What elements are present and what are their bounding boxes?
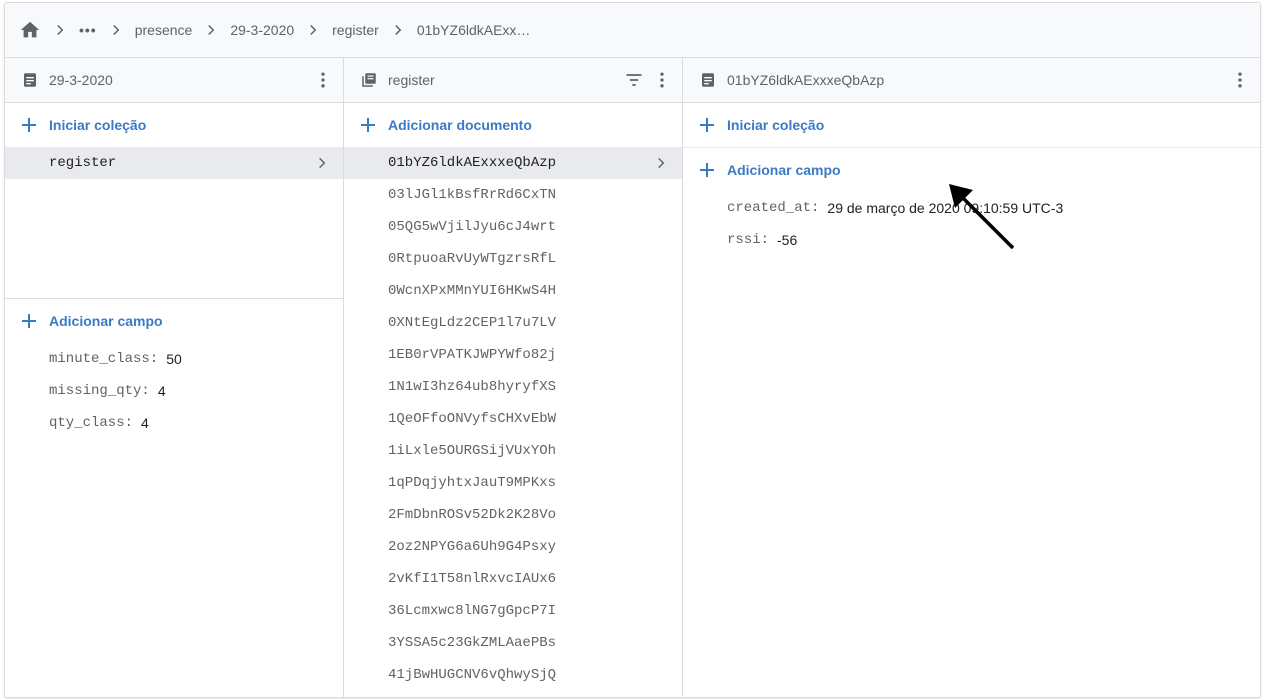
collection-column: register Adicionar documento 01bYZ6ldkAE… (344, 58, 683, 697)
document-id: 1N1wI3hz64ub8hyryfXS (388, 379, 557, 395)
more-vert-icon[interactable] (1230, 70, 1250, 90)
chevron-right-icon (304, 21, 322, 39)
add-field-label: Adicionar campo (49, 313, 163, 329)
document-item[interactable]: 1iLxle5OURGSijVUxYOh (344, 435, 682, 467)
document-column: 29-3-2020 Iniciar coleção register Adici… (5, 58, 344, 697)
add-document-button[interactable]: Adicionar documento (344, 103, 682, 147)
document-item[interactable]: 2vKfI1T58nlRxvcIAUx6 (344, 563, 682, 595)
field-name: missing_qty: (49, 383, 150, 399)
field-name: rssi: (727, 232, 770, 248)
breadcrumb-ellipsis[interactable]: ••• (79, 22, 97, 38)
more-vert-icon[interactable] (652, 70, 672, 90)
document-id: 0RtpuoaRvUyWTgzrsRfL (388, 251, 557, 267)
breadcrumb-register[interactable]: register (332, 22, 379, 38)
document-id: 36Lcmxwc8lNG7gGpcP7I (388, 603, 557, 619)
field-value: 4 (141, 415, 149, 431)
document-item[interactable]: 03lJGl1kBsfRrRd6CxTN (344, 179, 682, 211)
document-id: 1EB0rVPATKJWPYWfo82j (388, 347, 557, 363)
document-id: 03lJGl1kBsfRrRd6CxTN (388, 187, 557, 203)
plus-icon (699, 117, 715, 133)
collection-column-title: register (388, 72, 435, 88)
start-collection-label: Iniciar coleção (49, 117, 147, 133)
breadcrumb-date[interactable]: 29-3-2020 (230, 22, 294, 38)
plus-icon (360, 117, 376, 133)
document-detail-header: 01bYZ6ldkAExxxeQbAzp (683, 58, 1260, 103)
home-icon[interactable] (19, 19, 41, 41)
chevron-right-icon (315, 156, 329, 170)
collection-column-header: register (344, 58, 682, 103)
document-id: 3YSSA5c23GkZMLAaePBs (388, 635, 557, 651)
chevron-right-icon (202, 21, 220, 39)
field-name: created_at: (727, 200, 820, 216)
document-id: 2oz2NPYG6a6Uh9G4Psxy (388, 539, 557, 555)
collection-icon (360, 71, 378, 89)
field-row[interactable]: missing_qty: 4 (5, 375, 343, 407)
document-item[interactable]: 1QeOFfoONVyfsCHXvEbW (344, 403, 682, 435)
document-id: 0WcnXPxMMnYUI6HKwS4H (388, 283, 557, 299)
plus-icon (699, 162, 715, 178)
document-detail-column: 01bYZ6ldkAExxxeQbAzp Iniciar coleção Adi… (683, 58, 1260, 697)
more-vert-icon[interactable] (313, 70, 333, 90)
document-icon (699, 71, 717, 89)
field-value: -56 (777, 232, 798, 248)
document-item[interactable]: 1N1wI3hz64ub8hyryfXS (344, 371, 682, 403)
add-document-label: Adicionar documento (388, 117, 532, 133)
collection-item-register[interactable]: register (5, 147, 343, 179)
field-row[interactable]: qty_class: 4 (5, 407, 343, 439)
document-item[interactable]: 3YSSA5c23GkZMLAaePBs (344, 627, 682, 659)
breadcrumb: ••• presence 29-3-2020 register 01bYZ6ld… (5, 3, 1260, 58)
document-column-header: 29-3-2020 (5, 58, 343, 103)
document-id: 05QG5wVjilJyu6cJ4wrt (388, 219, 557, 235)
document-column-title: 29-3-2020 (49, 72, 113, 88)
start-collection-label: Iniciar coleção (727, 117, 825, 133)
document-id: 1iLxle5OURGSijVUxYOh (388, 443, 557, 459)
document-item[interactable]: 36Lcmxwc8lNG7gGpcP7I (344, 595, 682, 627)
firestore-data-panel: ••• presence 29-3-2020 register 01bYZ6ld… (4, 2, 1261, 698)
breadcrumb-presence[interactable]: presence (135, 22, 193, 38)
collection-item-label: register (49, 155, 117, 171)
document-id: 2FmDbnROSv52Dk2K28Vo (388, 507, 557, 523)
field-name: qty_class: (49, 415, 134, 431)
document-item[interactable]: 1qPDqjyhtxJauT9MPKxs (344, 467, 682, 499)
document-id: 01bYZ6ldkAExxxeQbAzp (388, 155, 557, 171)
start-collection-button[interactable]: Iniciar coleção (5, 103, 343, 147)
chevron-right-icon (389, 21, 407, 39)
filter-icon[interactable] (624, 70, 644, 90)
document-list: 01bYZ6ldkAExxxeQbAzp 03lJGl1kBsfRrRd6CxT… (344, 147, 682, 691)
document-item[interactable]: 2oz2NPYG6a6Uh9G4Psxy (344, 531, 682, 563)
document-item[interactable]: 2FmDbnROSv52Dk2K28Vo (344, 499, 682, 531)
document-item[interactable]: 0RtpuoaRvUyWTgzrsRfL (344, 243, 682, 275)
field-name: minute_class: (49, 351, 159, 367)
document-item[interactable]: 0WcnXPxMMnYUI6HKwS4H (344, 275, 682, 307)
field-value: 50 (166, 351, 182, 367)
field-row[interactable]: minute_class: 50 (5, 343, 343, 375)
document-icon (21, 71, 39, 89)
breadcrumb-document[interactable]: 01bYZ6ldkAExx… (417, 22, 531, 38)
document-item[interactable]: 41jBwHUGCNV6vQhwySjQ (344, 659, 682, 691)
plus-icon (21, 117, 37, 133)
field-value: 4 (157, 383, 166, 399)
document-item[interactable]: 0XNtEgLdz2CEP1l7u7LV (344, 307, 682, 339)
document-item[interactable]: 05QG5wVjilJyu6cJ4wrt (344, 211, 682, 243)
chevron-right-icon (51, 21, 69, 39)
document-item[interactable]: 1EB0rVPATKJWPYWfo82j (344, 339, 682, 371)
document-item[interactable]: 01bYZ6ldkAExxxeQbAzp (344, 147, 682, 179)
document-id: 1QeOFfoONVyfsCHXvEbW (388, 411, 557, 427)
add-field-button[interactable]: Adicionar campo (5, 299, 343, 343)
chevron-right-icon (654, 156, 668, 170)
document-detail-title: 01bYZ6ldkAExxxeQbAzp (727, 72, 885, 88)
plus-icon (21, 313, 37, 329)
add-field-label: Adicionar campo (727, 162, 841, 178)
document-id: 41jBwHUGCNV6vQhwySjQ (388, 667, 557, 683)
field-section: Adicionar campo minute_class: 50 missing… (5, 298, 343, 439)
chevron-right-icon (107, 21, 125, 39)
document-id: 2vKfI1T58nlRxvcIAUx6 (388, 571, 557, 587)
start-collection-button[interactable]: Iniciar coleção (683, 103, 1260, 148)
document-id: 1qPDqjyhtxJauT9MPKxs (388, 475, 557, 491)
document-id: 0XNtEgLdz2CEP1l7u7LV (388, 315, 557, 331)
arrow-annotation-icon (949, 184, 1015, 250)
